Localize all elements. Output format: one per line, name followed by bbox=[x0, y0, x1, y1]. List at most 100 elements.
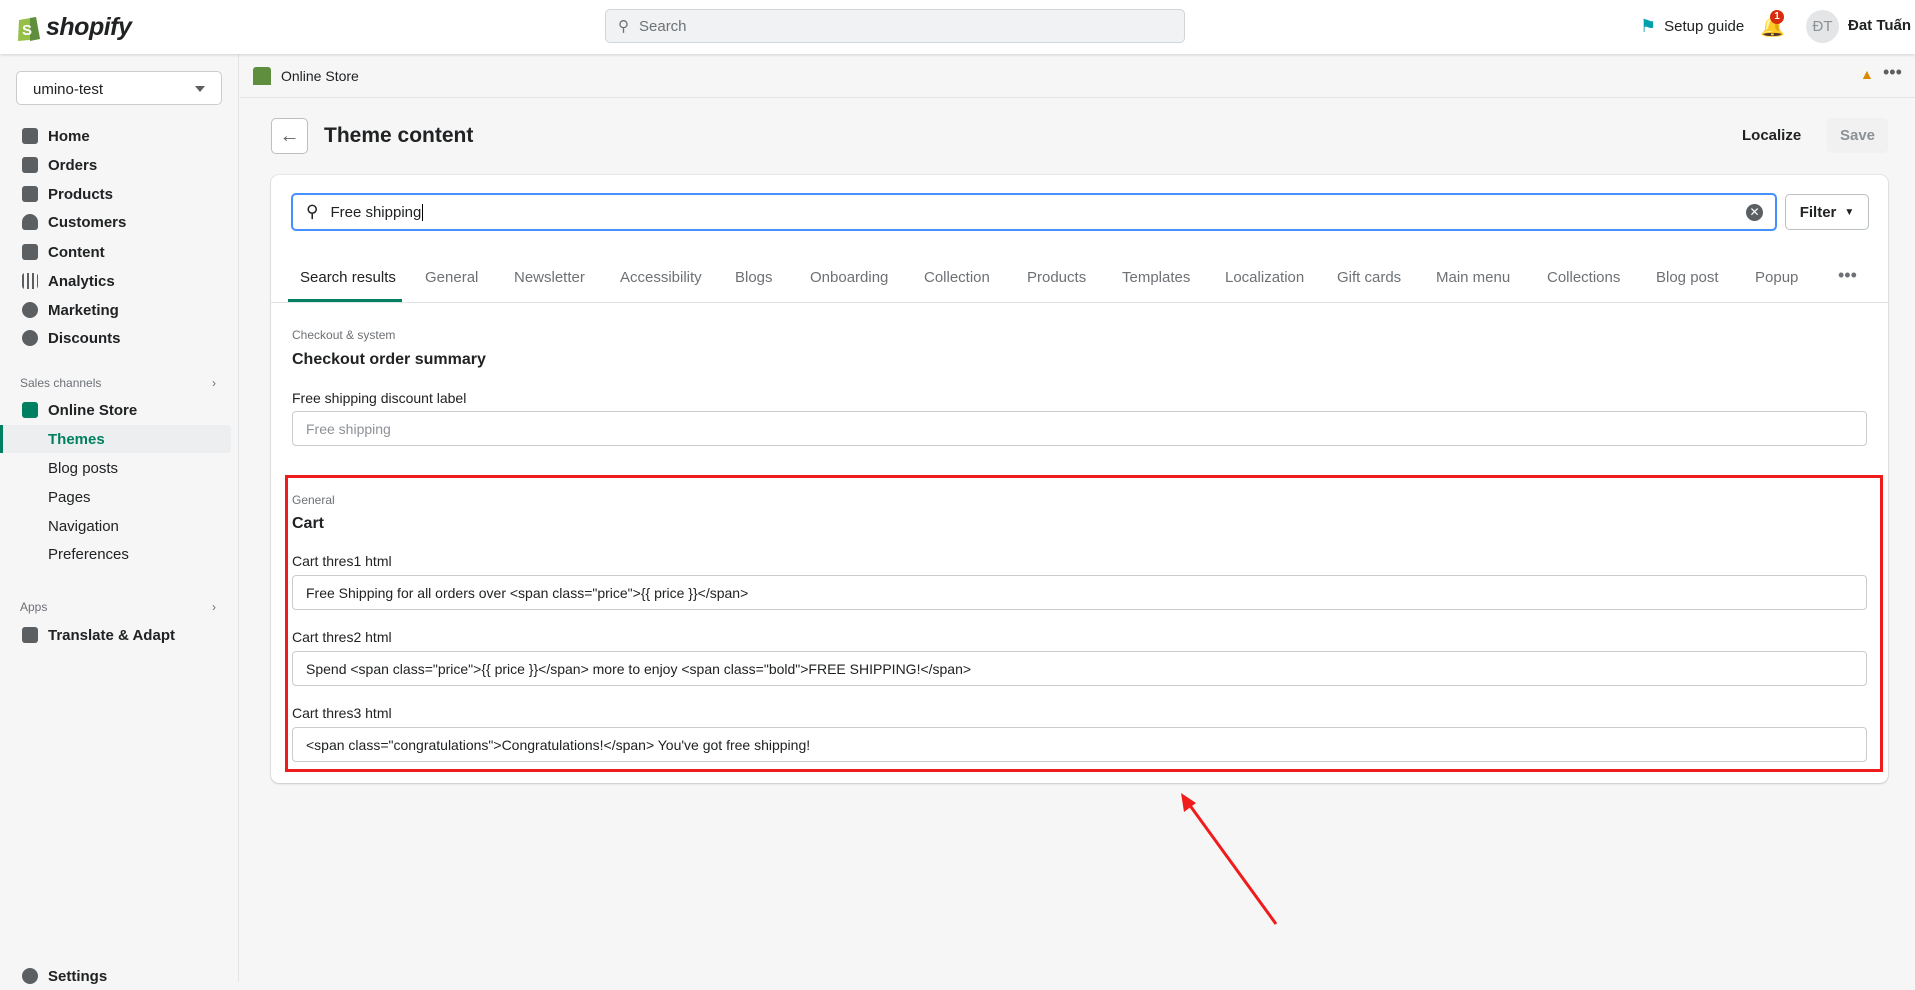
more-tabs-icon[interactable]: ••• bbox=[1838, 265, 1857, 286]
nav-label: Pages bbox=[48, 488, 91, 506]
chevron-down-icon bbox=[195, 86, 205, 92]
tab-collection[interactable]: Collection bbox=[924, 269, 990, 286]
chevron-right-icon: › bbox=[212, 600, 216, 614]
shopify-bag-icon: S bbox=[18, 17, 40, 41]
nav-label: Home bbox=[48, 127, 90, 145]
tab-bar: Search results General Newsletter Access… bbox=[271, 262, 1888, 303]
pin-icon[interactable]: ▲ bbox=[1860, 66, 1874, 82]
user-name[interactable]: Đat Tuấn bbox=[1848, 17, 1911, 34]
caret-down-icon: ▼ bbox=[1844, 206, 1855, 218]
orders-icon bbox=[22, 157, 38, 173]
tab-onboarding[interactable]: Onboarding bbox=[810, 269, 888, 286]
sidebar-item-products[interactable]: Products bbox=[0, 180, 231, 208]
nav-label: Analytics bbox=[48, 272, 115, 290]
back-button[interactable]: ← bbox=[271, 118, 308, 154]
sidebar-item-customers[interactable]: Customers bbox=[0, 208, 231, 236]
tab-general[interactable]: General bbox=[425, 269, 478, 286]
tab-popup[interactable]: Popup bbox=[1755, 269, 1798, 286]
nav-label: Themes bbox=[48, 430, 105, 448]
tag-icon bbox=[22, 186, 38, 202]
apps-header[interactable]: Apps › bbox=[20, 600, 216, 614]
nav-label: Navigation bbox=[48, 517, 119, 535]
tab-blogs[interactable]: Blogs bbox=[735, 269, 773, 286]
nav-label: Orders bbox=[48, 156, 98, 174]
store-selector[interactable]: umino-test bbox=[16, 71, 222, 105]
field-value: Spend <span class="price">{{ price }}</s… bbox=[306, 660, 972, 677]
field-value: <span class="congratulations">Congratula… bbox=[306, 736, 811, 753]
section-title: Cart bbox=[292, 515, 325, 532]
sidebar-item-orders[interactable]: Orders bbox=[0, 151, 231, 179]
sidebar-item-navigation[interactable]: Navigation bbox=[0, 512, 231, 540]
clear-search-icon[interactable]: ✕ bbox=[1746, 204, 1763, 221]
section-category: Checkout & system bbox=[292, 328, 396, 342]
avatar[interactable]: ĐT bbox=[1806, 10, 1839, 43]
tab-templates[interactable]: Templates bbox=[1122, 269, 1190, 286]
sidebar-item-preferences[interactable]: Preferences bbox=[0, 540, 231, 568]
svg-text:S: S bbox=[22, 22, 32, 39]
logo-text: shopify bbox=[46, 12, 132, 41]
discount-icon bbox=[22, 330, 38, 346]
section-category: General bbox=[292, 493, 335, 507]
arrow-left-icon: ← bbox=[279, 125, 300, 147]
section-label: Sales channels bbox=[20, 376, 102, 390]
sidebar-item-online-store[interactable]: Online Store bbox=[0, 396, 231, 424]
sidebar-item-translate-adapt[interactable]: Translate & Adapt bbox=[0, 621, 231, 649]
setup-guide-label: Setup guide bbox=[1664, 18, 1745, 35]
localize-button[interactable]: Localize bbox=[1742, 127, 1801, 144]
cart-thres1-input[interactable]: Free Shipping for all orders over <span … bbox=[292, 575, 1867, 610]
field-value: Free Shipping for all orders over <span … bbox=[306, 584, 749, 601]
global-search-input[interactable]: ⚲ Search bbox=[605, 9, 1185, 43]
channel-title: Online Store bbox=[281, 67, 359, 84]
chevron-right-icon: › bbox=[212, 376, 216, 390]
more-actions-icon[interactable]: ••• bbox=[1883, 62, 1902, 83]
section-title: Checkout order summary bbox=[292, 351, 486, 368]
notifications-button[interactable]: 🔔 1 bbox=[1760, 10, 1785, 39]
sidebar-item-blog-posts[interactable]: Blog posts bbox=[0, 454, 231, 482]
sidebar: umino-test Home Orders Products Customer… bbox=[0, 54, 239, 985]
target-icon bbox=[22, 302, 38, 318]
cart-thres3-input[interactable]: <span class="congratulations">Congratula… bbox=[292, 727, 1867, 762]
sidebar-item-settings[interactable]: Settings bbox=[0, 962, 231, 990]
tab-gift-cards[interactable]: Gift cards bbox=[1337, 269, 1401, 286]
sales-channels-header[interactable]: Sales channels › bbox=[20, 376, 216, 390]
nav-label: Products bbox=[48, 185, 114, 203]
sidebar-item-marketing[interactable]: Marketing bbox=[0, 296, 231, 324]
sidebar-item-home[interactable]: Home bbox=[0, 122, 231, 150]
content-search-input[interactable]: ⚲ Free shipping ✕ bbox=[291, 193, 1777, 231]
sidebar-item-content[interactable]: Content bbox=[0, 238, 231, 266]
tab-products[interactable]: Products bbox=[1027, 269, 1086, 286]
tab-blog-post[interactable]: Blog post bbox=[1656, 269, 1719, 286]
tab-main-menu[interactable]: Main menu bbox=[1436, 269, 1510, 286]
nav-label: Discounts bbox=[48, 329, 121, 347]
field-label: Free shipping discount label bbox=[292, 390, 467, 406]
sidebar-item-themes[interactable]: Themes bbox=[0, 425, 231, 453]
store-name: umino-test bbox=[33, 81, 104, 98]
sidebar-item-analytics[interactable]: Analytics bbox=[0, 267, 231, 295]
tab-collections[interactable]: Collections bbox=[1547, 269, 1620, 286]
bar-chart-icon bbox=[22, 273, 38, 289]
filter-button[interactable]: Filter ▼ bbox=[1785, 194, 1869, 230]
field-placeholder: Free shipping bbox=[306, 420, 391, 437]
tab-accessibility[interactable]: Accessibility bbox=[620, 269, 702, 286]
person-icon bbox=[22, 214, 38, 230]
tab-search-results[interactable]: Search results bbox=[300, 269, 396, 286]
search-value: Free shipping bbox=[330, 203, 424, 221]
top-bar: S shopify ⚲ Search ⚑ Setup guide 🔔 1 ĐT … bbox=[0, 0, 1915, 54]
nav-label: Preferences bbox=[48, 545, 129, 563]
cart-thres2-input[interactable]: Spend <span class="price">{{ price }}</s… bbox=[292, 651, 1867, 686]
store-icon bbox=[22, 402, 38, 418]
field-label: Cart thres3 html bbox=[292, 705, 392, 721]
shopify-logo[interactable]: S shopify bbox=[16, 12, 132, 42]
setup-guide-button[interactable]: ⚑ Setup guide bbox=[1640, 16, 1744, 37]
online-store-icon bbox=[253, 66, 271, 85]
field-label: Cart thres2 html bbox=[292, 629, 392, 645]
sidebar-item-pages[interactable]: Pages bbox=[0, 483, 231, 511]
active-tab-indicator bbox=[288, 299, 402, 302]
search-icon: ⚲ bbox=[618, 18, 629, 35]
sidebar-item-discounts[interactable]: Discounts bbox=[0, 324, 231, 352]
tab-localization[interactable]: Localization bbox=[1225, 269, 1304, 286]
tab-newsletter[interactable]: Newsletter bbox=[514, 269, 585, 286]
save-button[interactable]: Save bbox=[1827, 118, 1888, 153]
free-shipping-label-input[interactable]: Free shipping bbox=[292, 411, 1867, 446]
flag-icon: ⚑ bbox=[1640, 16, 1657, 36]
